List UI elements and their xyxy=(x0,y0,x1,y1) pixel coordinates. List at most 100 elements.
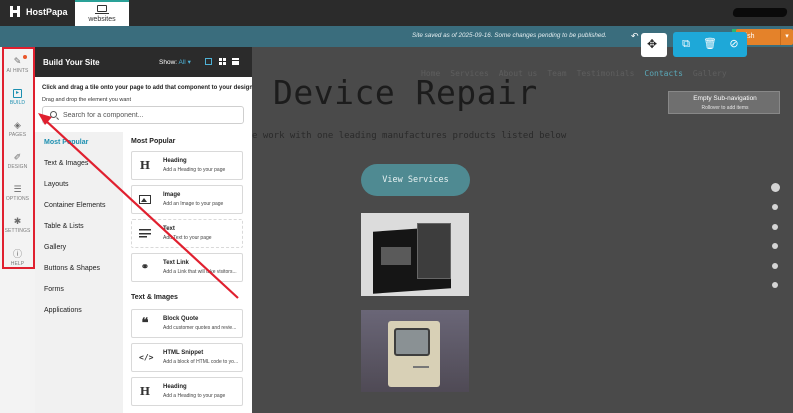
view-grid-icon[interactable] xyxy=(219,58,226,65)
rail-label: AI HINTS xyxy=(6,68,29,74)
app-root: HostPapa websites Site saved as of 2025-… xyxy=(0,0,793,413)
tile-html-snippet[interactable]: </> HTML Snippet Add a block of HTML cod… xyxy=(131,343,243,372)
pages-icon: ◈ xyxy=(14,120,21,130)
image-icon xyxy=(139,195,151,204)
rail-item-help[interactable]: ⓘ HELP xyxy=(0,249,35,267)
component-search-input[interactable] xyxy=(63,110,238,121)
tile-desc: Add a block of HTML code to yo... xyxy=(163,359,239,365)
tile-name: Image xyxy=(163,192,181,198)
heading-icon: H xyxy=(139,159,151,172)
tile-block-quote[interactable]: ❝ Block Quote Add customer quotes and re… xyxy=(131,309,243,338)
rail-label: HELP xyxy=(10,261,25,267)
trash-icon[interactable]: 🗑 xyxy=(703,38,717,52)
view-services-button[interactable]: View Services xyxy=(361,164,470,196)
rail-item-pages[interactable]: ◈ PAGES xyxy=(0,120,35,138)
build-icon: ▸ xyxy=(13,89,22,98)
heading-icon: H xyxy=(139,385,151,398)
slide-dot-2[interactable] xyxy=(772,204,778,210)
view-large-icon[interactable] xyxy=(205,58,212,65)
move-tool[interactable]: ✥ xyxy=(641,33,667,57)
gear-icon: ✱ xyxy=(13,216,22,226)
slide-dot-4[interactable] xyxy=(772,243,778,249)
slide-dot-5[interactable] xyxy=(772,263,778,269)
empty-subnav-box[interactable]: Empty Sub-navigation Rollover to add ite… xyxy=(668,91,780,114)
tile-text-link[interactable]: ⚭ Text Link Add a Link that will take vi… xyxy=(131,253,243,282)
laptop-icon xyxy=(95,5,109,14)
show-filter[interactable]: Show: All ▾ xyxy=(159,58,191,66)
link-icon: ⚭ xyxy=(140,262,150,273)
category-applications[interactable]: Applications xyxy=(44,307,82,314)
options-icon: ☰ xyxy=(13,184,22,194)
vintage-mac-photo[interactable] xyxy=(361,310,469,392)
nav-team[interactable]: Team xyxy=(547,69,566,78)
element-toolbar: ⧉ 🗑 ⊘ xyxy=(673,32,747,57)
slide-dot-3[interactable] xyxy=(772,224,778,230)
tile-heading[interactable]: H Heading Add a Heading to your page xyxy=(131,377,243,406)
hero-subtitle[interactable]: e work with one leading manufactures pro… xyxy=(252,131,566,141)
help-icon: ⓘ xyxy=(12,249,22,259)
category-container-elements[interactable]: Container Elements xyxy=(44,202,105,209)
rail-label: OPTIONS xyxy=(5,196,30,202)
tile-text[interactable]: Text Add Text to your page xyxy=(131,219,243,248)
category-gallery[interactable]: Gallery xyxy=(44,244,66,251)
chevron-down-icon[interactable]: ▾ xyxy=(780,29,793,45)
category-forms[interactable]: Forms xyxy=(44,286,64,293)
tab-websites[interactable]: websites xyxy=(75,0,129,26)
left-rail: ✎ AI HINTS ▸ BUILD ◈ PAGES ✐ DESIGN ☰ OP… xyxy=(0,47,35,413)
nav-testimonials[interactable]: Testimonials xyxy=(577,69,635,78)
rail-item-settings[interactable]: ✱ SETTINGS xyxy=(0,216,35,234)
pc-panel-shape xyxy=(417,223,451,279)
tile-name: Heading xyxy=(163,384,187,390)
save-status: Site saved as of 2025-09-16. Some change… xyxy=(412,32,607,39)
slide-dot-6[interactable] xyxy=(772,282,778,288)
notification-dot xyxy=(23,55,27,59)
component-search[interactable] xyxy=(42,106,244,124)
pc-component-shape xyxy=(381,247,411,265)
tile-name: Text xyxy=(163,226,175,232)
nav-gallery[interactable]: Gallery xyxy=(693,69,727,78)
tile-name: Block Quote xyxy=(163,316,199,322)
tile-desc: Add an Image to your page xyxy=(163,201,224,207)
rail-item-design[interactable]: ✐ DESIGN xyxy=(0,152,35,170)
computer-photo[interactable] xyxy=(361,213,469,296)
nav-contacts[interactable]: Contacts xyxy=(644,69,683,78)
category-table-lists[interactable]: Table & Lists xyxy=(44,223,84,230)
copy-icon[interactable]: ⧉ xyxy=(679,38,693,52)
slide-dot-1[interactable] xyxy=(771,183,780,192)
category-text-images[interactable]: Text & Images xyxy=(44,160,88,167)
section-title: Text & Images xyxy=(131,294,178,301)
rail-label: BUILD xyxy=(9,100,26,106)
tile-desc: Add a Heading to your page xyxy=(163,167,226,173)
brand-name: HostPapa xyxy=(26,6,68,17)
tile-image[interactable]: Image Add an Image to your page xyxy=(131,185,243,214)
category-layouts[interactable]: Layouts xyxy=(44,181,69,188)
magic-wand-icon: ✎ xyxy=(13,56,22,66)
category-list: Most Popular Text & Images Layouts Conta… xyxy=(35,132,123,413)
component-tiles: Most Popular H Heading Add a Heading to … xyxy=(123,132,252,413)
hero-title[interactable]: Device Repair xyxy=(273,73,538,112)
undo-icon[interactable]: ↶ xyxy=(631,31,639,42)
rail-item-options[interactable]: ☰ OPTIONS xyxy=(0,184,35,202)
category-buttons-shapes[interactable]: Buttons & Shapes xyxy=(44,265,100,272)
rail-item-build[interactable]: ▸ BUILD xyxy=(0,89,35,106)
mac-screen-shape xyxy=(394,328,430,356)
move-icon: ✥ xyxy=(647,37,658,51)
tile-name: HTML Snippet xyxy=(163,350,204,356)
view-list-icon[interactable] xyxy=(232,58,239,65)
top-bar: HostPapa websites xyxy=(0,0,793,26)
tile-desc: Add customer quotes and revie... xyxy=(163,325,237,331)
tab-websites-label: websites xyxy=(88,16,116,23)
rail-label: PAGES xyxy=(8,132,27,138)
hide-icon[interactable]: ⊘ xyxy=(727,38,741,52)
brand-logo[interactable]: HostPapa xyxy=(9,6,68,17)
tile-name: Text Link xyxy=(163,260,189,266)
search-icon xyxy=(50,111,57,118)
tile-name: Heading xyxy=(163,158,187,164)
rail-label: SETTINGS xyxy=(4,228,31,234)
section-title: Most Popular xyxy=(131,138,176,145)
rail-item-ai-hints[interactable]: ✎ AI HINTS xyxy=(0,55,35,74)
tile-desc: Add Text to your page xyxy=(163,235,212,241)
tile-heading[interactable]: H Heading Add a Heading to your page xyxy=(131,151,243,180)
mac-slot-shape xyxy=(413,366,429,368)
category-most-popular[interactable]: Most Popular xyxy=(44,139,88,146)
